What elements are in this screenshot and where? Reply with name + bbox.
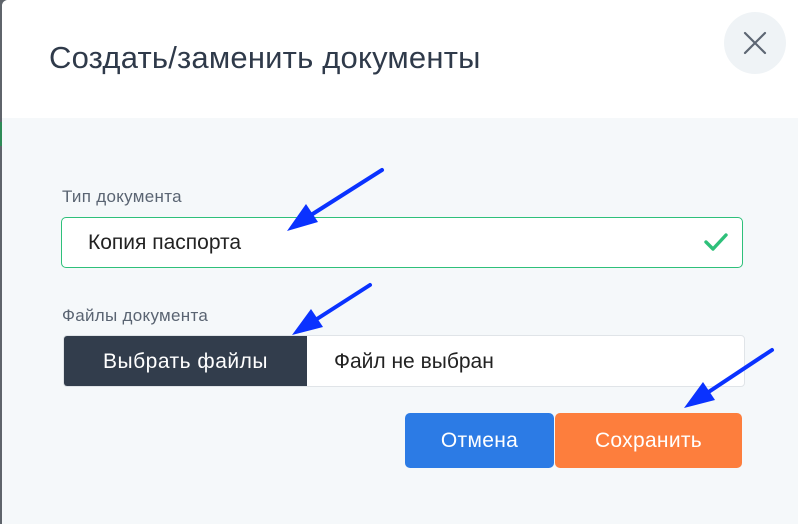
modal-header: Создать/заменить документы — [2, 0, 798, 118]
close-icon — [743, 31, 767, 55]
close-button[interactable] — [724, 12, 786, 74]
document-type-value: Копия паспорта — [88, 231, 242, 254]
modal-title: Создать/заменить документы — [49, 40, 481, 75]
document-files-input[interactable]: Выбрать файлы Файл не выбран — [63, 335, 745, 387]
document-type-label: Тип документа — [62, 187, 182, 206]
choose-files-button[interactable]: Выбрать файлы — [64, 336, 307, 386]
create-documents-modal: Создать/заменить документы Тип документа… — [2, 0, 798, 524]
document-files-label: Файлы документа — [62, 306, 209, 325]
cancel-label: Отмена — [440, 429, 519, 452]
save-label: Сохранить — [594, 429, 703, 452]
save-button[interactable]: Сохранить — [555, 413, 742, 468]
file-status-text: Файл не выбран — [334, 350, 494, 373]
check-icon — [704, 233, 728, 251]
cancel-button[interactable]: Отмена — [405, 413, 554, 468]
document-type-field[interactable]: Копия паспорта — [61, 217, 743, 268]
choose-files-label: Выбрать файлы — [103, 350, 268, 373]
